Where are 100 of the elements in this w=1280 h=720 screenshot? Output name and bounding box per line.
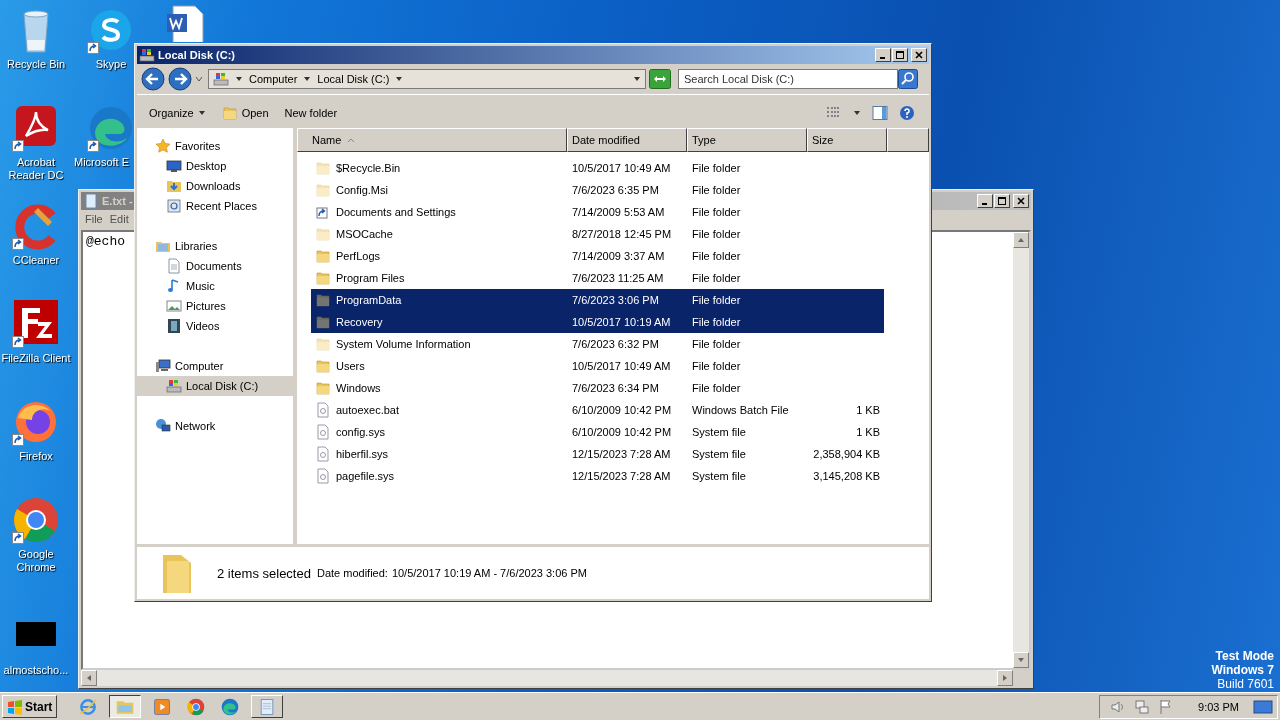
toolbar-button[interactable]: New folder <box>278 105 344 121</box>
menu-item[interactable]: Edit <box>109 213 129 227</box>
nav-item[interactable]: Favorites <box>137 136 293 156</box>
file-text: @echo <box>86 234 125 249</box>
breadcrumb-item[interactable]: Computer <box>249 73 298 85</box>
caret-icon[interactable] <box>235 75 243 83</box>
column-header[interactable]: Name <box>297 128 567 152</box>
nav-item[interactable]: Downloads <box>137 176 293 196</box>
file-row[interactable]: Documents and Settings 7/14/2009 5:53 AM File folder <box>311 201 884 223</box>
maximize-button[interactable] <box>892 48 908 62</box>
shortcut-arrow-icon <box>87 140 99 152</box>
file-row[interactable]: autoexec.bat 6/10/2009 10:42 PM Windows Batch File 1 KB <box>311 399 884 421</box>
desktop-icon-label[interactable]: almostscho... <box>3 664 69 677</box>
forward-button[interactable] <box>168 67 192 91</box>
file-row[interactable]: pagefile.sys 12/15/2023 7:28 AM System file 3,145,208 KB <box>311 465 884 487</box>
arrow-left-icon[interactable] <box>85 674 93 682</box>
network-icon[interactable] <box>1134 698 1151 715</box>
column-header[interactable] <box>887 128 929 152</box>
file-row[interactable]: hiberfil.sys 12/15/2023 7:28 AM System file 2,358,904 KB <box>311 443 884 465</box>
refresh-button[interactable] <box>649 69 671 89</box>
close-icon <box>1017 197 1025 205</box>
taskbar-button[interactable] <box>109 695 142 718</box>
file-name: config.sys <box>336 426 385 438</box>
back-button[interactable] <box>141 67 165 91</box>
toolbar-button[interactable]: Open <box>215 103 275 123</box>
show-desktop-icon[interactable] <box>1253 698 1273 715</box>
date-cell-text: 7/6/2023 6:32 PM <box>571 338 660 350</box>
size-cell-text: 2,358,904 KB <box>812 448 881 460</box>
search-field[interactable]: Search Local Disk (C:) <box>678 69 898 89</box>
close-button[interactable] <box>911 48 927 62</box>
minimize-button[interactable] <box>875 48 891 62</box>
file-row[interactable]: Recovery 10/5/2017 10:19 AM File folder <box>311 311 884 333</box>
type-cell-text: File folder <box>691 316 742 328</box>
caret-icon[interactable] <box>303 75 312 83</box>
watermark-text: Build 7601 <box>1217 677 1274 691</box>
maximize-button[interactable] <box>994 194 1010 208</box>
date-cell-text: 6/10/2009 10:42 PM <box>571 404 673 416</box>
type-cell-text: File folder <box>691 360 742 372</box>
maximize-icon <box>896 51 904 59</box>
close-icon <box>915 51 923 59</box>
file-row[interactable]: Config.Msi 7/6/2023 6:35 PM File folder <box>311 179 884 201</box>
nav-item[interactable]: Pictures <box>137 296 293 316</box>
file-row[interactable]: PerfLogs 7/14/2009 3:37 AM File folder <box>311 245 884 267</box>
help-icon[interactable] <box>899 105 915 121</box>
nav-item[interactable]: Documents <box>137 256 293 276</box>
column-header[interactable]: Type <box>687 128 807 152</box>
address-bar[interactable]: Computer Local Disk (C:) <box>208 69 646 89</box>
nav-item[interactable]: Local Disk (C:) <box>137 376 293 396</box>
shortcut-arrow-icon <box>87 42 99 54</box>
nav-item[interactable]: Recent Places <box>137 196 293 216</box>
horizontal-scrollbar[interactable] <box>81 670 1013 686</box>
watermark-text: Windows 7 <box>1211 663 1274 677</box>
column-header[interactable]: Size <box>807 128 887 152</box>
column-header[interactable]: Date modified <box>567 128 687 152</box>
caret-icon[interactable] <box>395 75 404 83</box>
browser-icon[interactable] <box>87 104 135 152</box>
file-row[interactable]: MSOCache 8/27/2018 12:45 PM File folder <box>311 223 884 245</box>
notepad-icon <box>83 193 99 209</box>
toolbar-button[interactable]: Organize <box>143 105 212 121</box>
file-name: autoexec.bat <box>336 404 399 416</box>
shortcut-arrow-icon <box>12 336 24 348</box>
file-row[interactable]: config.sys 6/10/2009 10:42 PM System file 1 KB <box>311 421 884 443</box>
property-label: Date modified: <box>316 567 388 579</box>
desktop-icon-label[interactable]: Google Chrome <box>0 548 72 574</box>
arrow-right-icon[interactable] <box>1001 674 1009 682</box>
vertical-scrollbar[interactable] <box>1013 232 1029 668</box>
desktop-icon-label[interactable]: Microsoft E <box>74 156 129 169</box>
date-cell-text: 8/27/2018 12:45 PM <box>571 228 673 240</box>
preview-pane-icon[interactable] <box>872 105 888 121</box>
file-row[interactable]: System Volume Information 7/6/2023 6:32 PM File folder <box>311 333 884 355</box>
menu-item[interactable]: File <box>85 213 103 227</box>
date-cell-text: 6/10/2009 10:42 PM <box>571 426 673 438</box>
file-row[interactable]: ProgramData 7/6/2023 3:06 PM File folder <box>311 289 884 311</box>
file-row[interactable]: Program Files 7/6/2023 11:25 AM File folder <box>311 267 884 289</box>
nav-item[interactable]: Libraries <box>137 236 293 256</box>
start-button[interactable]: Start <box>2 695 58 718</box>
breadcrumb-item[interactable]: Local Disk (C:) <box>317 73 390 85</box>
file-row[interactable]: Windows 7/6/2023 6:34 PM File folder <box>311 377 884 399</box>
desktop-icon-label[interactable]: Firefox <box>19 450 53 463</box>
nav-item[interactable]: Videos <box>137 316 293 336</box>
dropdown-icon[interactable] <box>633 75 641 83</box>
file-row[interactable]: Users 10/5/2017 10:49 AM File folder <box>311 355 884 377</box>
nav-item[interactable]: Computer <box>137 356 293 376</box>
nav-item[interactable]: Music <box>137 276 293 296</box>
file-name: ProgramData <box>336 294 402 306</box>
arrow-up-icon[interactable] <box>1017 236 1025 244</box>
clock[interactable]: 9:03 PM <box>1198 700 1239 713</box>
desktop-icon-label[interactable]: FileZilla Client <box>1 352 71 365</box>
maximize-icon <box>998 197 1006 205</box>
minimize-button[interactable] <box>977 194 993 208</box>
nav-item[interactable]: Desktop <box>137 156 293 176</box>
nav-item[interactable]: Network <box>137 416 293 436</box>
caret-icon[interactable] <box>853 109 861 117</box>
arrow-down-icon[interactable] <box>1017 656 1025 664</box>
search-icon[interactable] <box>898 69 918 89</box>
file-row[interactable]: $Recycle.Bin 10/5/2017 10:49 AM File folder <box>311 157 884 179</box>
close-button[interactable] <box>1013 194 1029 208</box>
window-title: E.txt - <box>102 195 133 207</box>
desktop-icon-label[interactable]: Skype <box>95 58 127 71</box>
browser-icon[interactable] <box>12 496 60 544</box>
